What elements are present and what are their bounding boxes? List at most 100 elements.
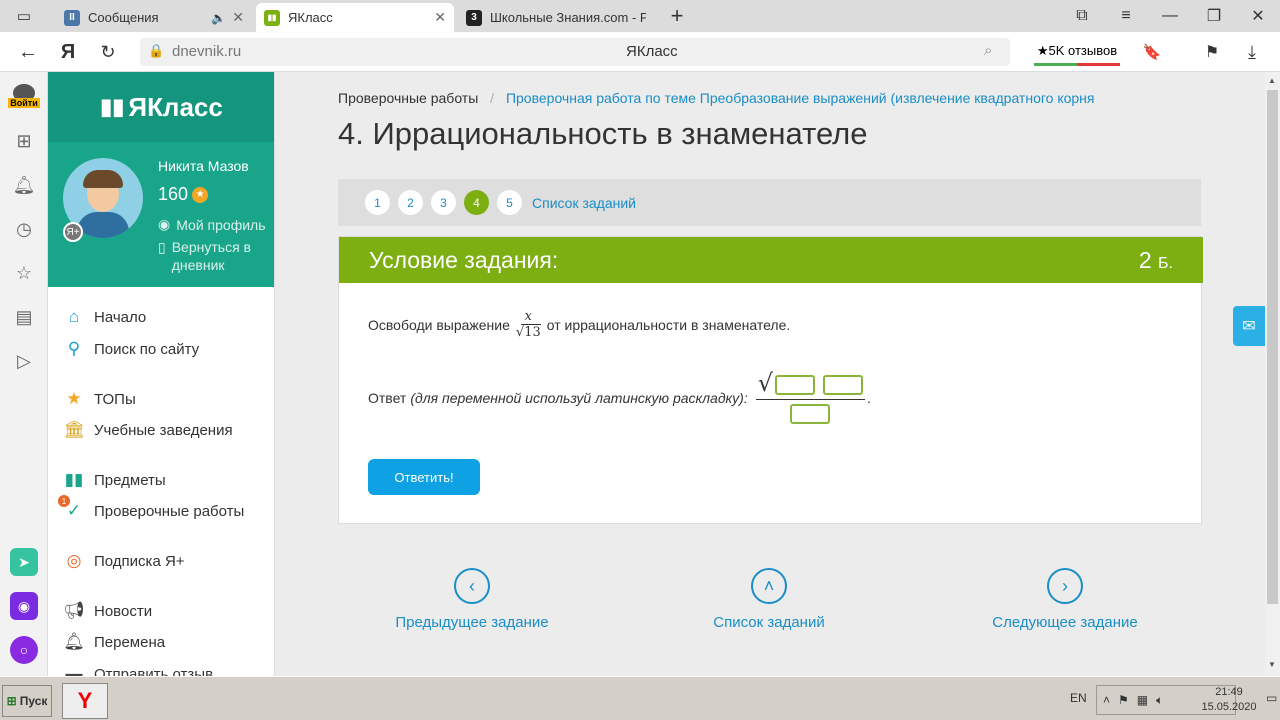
tray-volume-icon[interactable]: 🔈︎ xyxy=(1156,693,1163,708)
collections-icon[interactable]: ▤ xyxy=(12,305,36,329)
nav-item-tops[interactable]: ★ ТОПы xyxy=(64,387,136,411)
messenger-icon[interactable]: ➤ xyxy=(10,548,38,576)
nav-label: ТОПы xyxy=(94,390,136,408)
url-page-title: ЯКласс xyxy=(626,43,678,60)
nav-item-institutions[interactable]: 🏛︎ Учебные заведения xyxy=(63,418,232,442)
tab-znanija[interactable]: 3 Школьные Знания.com - Р xyxy=(458,3,654,32)
alice-icon[interactable]: ○ xyxy=(10,636,38,664)
nav-item-feedback[interactable]: ▬ Отправить отзыв xyxy=(64,662,214,676)
back-to-diary-link[interactable]: ▯ Вернуться в дневник xyxy=(158,238,268,274)
task-list-link[interactable]: Список заданий xyxy=(532,195,636,211)
user-panel: ▮▮ ЯКласс Я+ Никита Мазов 160 ★ ◉ Мой пр… xyxy=(48,72,274,287)
page-scrollbar[interactable]: ▲ ▼ xyxy=(1265,72,1280,676)
nav-item-home[interactable]: ⌂ Начало xyxy=(64,305,146,329)
translate-icon[interactable]: ⚑ xyxy=(1198,38,1226,66)
close-window-icon[interactable]: ✕ xyxy=(1244,4,1272,28)
yandex-browser-task-icon[interactable]: Y xyxy=(62,683,108,719)
tray-flag-icon[interactable]: ⚑ xyxy=(1118,693,1129,707)
task-list-label: Список заданий xyxy=(713,614,825,631)
task-statement: Освободи выражение x √13 от иррациональн… xyxy=(368,309,790,340)
step-1[interactable]: 1 xyxy=(365,190,390,215)
clock[interactable]: 21:49 15.05.2020 xyxy=(1194,685,1264,715)
star-icon[interactable]: ☆ xyxy=(12,261,36,285)
music-icon[interactable]: ◉ xyxy=(10,592,38,620)
scroll-thumb[interactable] xyxy=(1267,90,1278,604)
reload-icon[interactable]: ↻ xyxy=(94,38,122,66)
task-points: 2 Б. xyxy=(1139,247,1173,274)
tray-network-icon[interactable]: ▦ xyxy=(1137,693,1148,707)
bookmarks-panel-icon[interactable]: ⧉ xyxy=(1068,4,1096,28)
prev-task-link[interactable]: ‹ Предыдущее задание xyxy=(372,568,572,631)
close-tab-icon[interactable]: ✕ xyxy=(434,9,446,26)
tests-badge: 1 xyxy=(58,495,70,507)
browser-tab-strip: ▭ II Сообщения 🔈 ✕ ▮▮ ЯКласс ✕ 3 Школьны… xyxy=(0,0,1280,32)
apps-icon[interactable]: ⊞ xyxy=(12,129,36,153)
nav-item-subscription[interactable]: ◎ Подписка Я+ xyxy=(64,549,185,573)
my-profile-label: Мой профиль xyxy=(176,216,266,233)
nav-item-tests[interactable]: ✓ 1 Проверочные работы xyxy=(58,495,244,523)
step-4[interactable]: 4 xyxy=(464,190,489,215)
site-logo[interactable]: ▮▮ ЯКласс xyxy=(48,72,274,142)
nav-item-break[interactable]: 🔔︎ Перемена xyxy=(63,630,165,654)
points-counter: 160 ★ xyxy=(158,184,209,205)
site-sidebar: ▮▮ ЯКласс Я+ Никита Мазов 160 ★ ◉ Мой пр… xyxy=(48,72,275,676)
prev-task-label: Предыдущее задание xyxy=(395,614,549,631)
history-icon[interactable]: ◷ xyxy=(12,217,36,241)
breadcrumb: Проверочные работы / Проверочная работа … xyxy=(338,90,1095,106)
diary-icon: ▯ xyxy=(158,239,166,255)
answer-hint: (для переменной используй латинскую раск… xyxy=(410,389,748,406)
task-list-bottom-link[interactable]: ˄ Список заданий xyxy=(669,568,869,631)
tab-yaklass[interactable]: ▮▮ ЯКласс ✕ xyxy=(256,3,454,32)
next-task-link[interactable]: › Следующее задание xyxy=(965,568,1165,631)
close-tab-icon[interactable]: ✕ xyxy=(232,9,244,26)
answer-multiplier-input[interactable] xyxy=(823,375,864,395)
breadcrumb-root[interactable]: Проверочные работы xyxy=(338,90,478,106)
search-icon[interactable]: ⌕ xyxy=(984,42,992,59)
step-3[interactable]: 3 xyxy=(431,190,456,215)
star-icon: ★ xyxy=(66,389,82,408)
tabs-menu-icon[interactable]: ▭ xyxy=(10,6,38,26)
chevron-left-icon: ‹ xyxy=(454,568,490,604)
back-icon[interactable]: ← xyxy=(14,38,42,66)
url-field[interactable]: 🔒 dnevnik.ru ЯКласс ⌕ xyxy=(140,38,1010,66)
nav-label: Начало xyxy=(94,308,147,326)
new-tab-icon[interactable]: + xyxy=(664,3,690,28)
points-unit: Б. xyxy=(1158,254,1173,272)
profile-icon: ◉ xyxy=(158,216,171,232)
start-button[interactable]: ⊞ Пуск xyxy=(2,685,52,717)
sound-icon[interactable]: 🔈 xyxy=(211,11,226,25)
my-profile-link[interactable]: ◉ Мой профиль xyxy=(158,216,266,233)
nav-item-search[interactable]: ⚲ Поиск по сайту xyxy=(64,337,199,361)
show-desktop-icon[interactable]: ▭ xyxy=(1266,691,1277,705)
megaphone-icon: 📢︎ xyxy=(63,601,85,620)
step-2[interactable]: 2 xyxy=(398,190,423,215)
answer-denominator-input[interactable] xyxy=(790,404,831,424)
tray-expand-icon[interactable]: ˄ xyxy=(1103,693,1110,707)
yandex-icon[interactable]: Я xyxy=(54,38,82,66)
login-button[interactable]: Войти xyxy=(6,84,42,114)
main-content: Проверочные работы / Проверочная работа … xyxy=(275,72,1265,676)
bookmark-icon[interactable]: 🔖 xyxy=(1138,38,1166,66)
nav-label: Новости xyxy=(94,602,153,620)
breadcrumb-current[interactable]: Проверочная работа по теме Преобразовани… xyxy=(506,90,1095,106)
menu-icon[interactable]: ≡ xyxy=(1112,4,1140,28)
book-icon: ▮▮ xyxy=(64,470,84,489)
tab-messages[interactable]: II Сообщения 🔈 ✕ xyxy=(56,3,252,32)
bell-icon[interactable]: 🔔︎ xyxy=(12,173,36,197)
answer-radicand-input[interactable] xyxy=(775,375,816,395)
restore-icon[interactable]: ❐ xyxy=(1200,4,1228,28)
download-icon[interactable]: ⤓ xyxy=(1238,38,1266,66)
answer-label: Ответ xyxy=(368,389,407,406)
minimize-icon[interactable]: — xyxy=(1156,4,1184,28)
language-indicator[interactable]: EN xyxy=(1070,691,1087,705)
reviews-button[interactable]: ★5K отзывов xyxy=(1034,38,1120,66)
task-card: Условие задания: 2 Б. Освободи выражение… xyxy=(338,236,1203,524)
nav-item-subjects[interactable]: ▮▮ Предметы xyxy=(64,468,166,492)
step-5[interactable]: 5 xyxy=(497,190,522,215)
breadcrumb-separator: / xyxy=(490,90,495,106)
mail-feedback-icon[interactable]: ✉ xyxy=(1233,306,1265,346)
media-icon[interactable]: ▷ xyxy=(12,349,36,373)
yaplus-icon: ◎ xyxy=(66,551,82,570)
nav-item-news[interactable]: 📢︎ Новости xyxy=(63,599,153,623)
submit-answer-button[interactable]: Ответить! xyxy=(368,459,480,495)
